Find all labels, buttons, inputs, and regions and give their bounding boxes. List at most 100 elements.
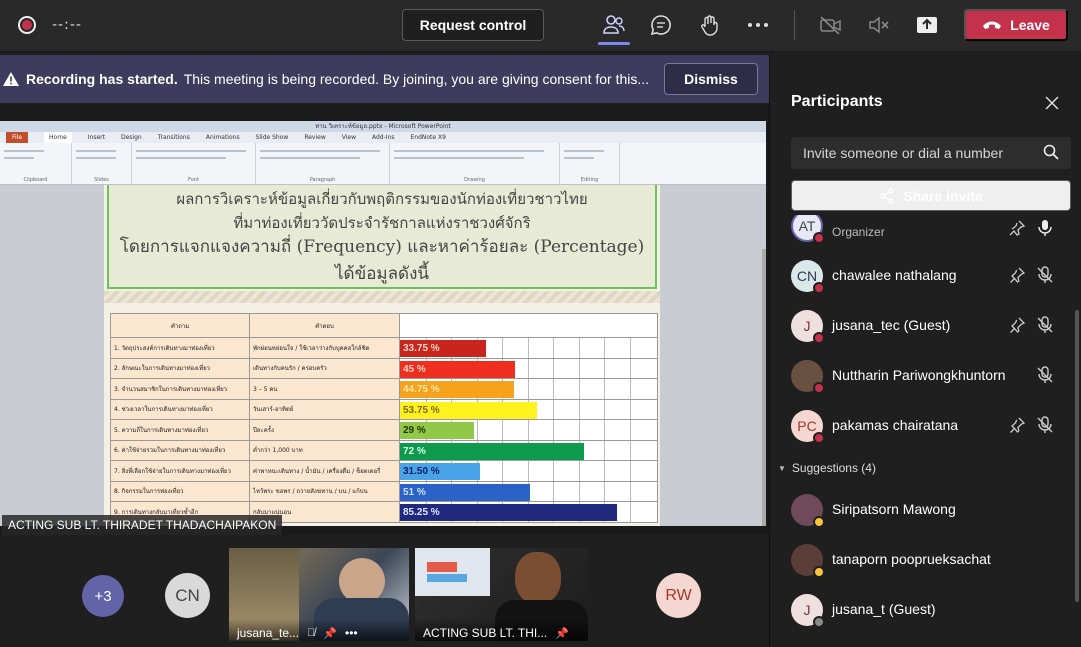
banner-message: Recording has started. This meeting is be…: [26, 71, 654, 87]
chat-icon[interactable]: [648, 12, 674, 38]
answer-cell: วันเสาร์-อาทิตย์: [249, 398, 400, 420]
video-tile-acting[interactable]: ACTING SUB LT. THI... 📌: [415, 548, 588, 641]
dismiss-button[interactable]: Dismiss: [664, 63, 758, 95]
slide-title-line1: ผลการวิเคราะห์ข้อมูลเกี่ยวกับพฤติกรรมของ…: [176, 190, 588, 208]
pin-icon: 📌: [555, 627, 569, 640]
search-icon[interactable]: [1043, 144, 1061, 162]
suggestions-header[interactable]: ▼ Suggestions (4): [778, 461, 876, 475]
question-cell: 1. วัตถุประสงค์การเดินทางมาท่องเที่ยว: [110, 337, 250, 359]
share-invite-button[interactable]: Share invite: [791, 180, 1071, 211]
panel-scrollbar[interactable]: [1075, 310, 1079, 602]
ppt-tab-slideshow: Slide Show: [255, 134, 289, 141]
participant-name: pakamas chairatana: [832, 417, 959, 433]
ppt-tab-addins: Add-Ins: [372, 134, 395, 141]
more-options-icon[interactable]: •••: [345, 626, 358, 640]
question-cell: 4. ช่วงเวลาในการเดินทางมาท่องเที่ยว: [110, 398, 250, 420]
ribbon-group-drawing: Drawing: [390, 143, 560, 184]
leave-button[interactable]: Leave: [964, 9, 1068, 41]
percentage-bar: 33.75 %: [400, 340, 487, 357]
hang-up-icon: [983, 21, 1002, 29]
recording-icon: [18, 16, 36, 34]
mic-off-icon[interactable]: [1036, 266, 1056, 286]
col-question-header: คำถาม: [110, 313, 250, 338]
status-badge: [813, 432, 825, 444]
participant-row[interactable]: Nuttharin Pariwongkhuntorn: [770, 351, 1072, 401]
more-participants-badge[interactable]: +3: [82, 575, 124, 617]
pin-icon[interactable]: [1008, 316, 1028, 336]
meeting-toolbar: --:-- Request control Leave: [0, 0, 1081, 52]
mic-off-icon[interactable]: [1036, 316, 1056, 336]
ppt-tab-transitions: Transitions: [157, 134, 190, 141]
participant-row[interactable]: CN chawalee nathalang: [770, 251, 1072, 301]
warning-icon: [2, 70, 20, 88]
suggestion-name: Siripatsorn Mawong: [832, 501, 956, 517]
percentage-bar: 31.50 %: [400, 463, 481, 480]
avatar-rw[interactable]: RW: [656, 573, 701, 618]
ppt-tab-review: Review: [304, 134, 326, 141]
invite-input[interactable]: [791, 137, 1041, 169]
ppt-tab-file: File: [6, 132, 29, 143]
more-actions-icon[interactable]: [745, 12, 771, 38]
ppt-scrollbar[interactable]: [762, 249, 766, 526]
table-row: 7. สิ่งที่เลือกใช้จ่ายในการเดินทางมาท่อง…: [110, 460, 658, 482]
close-icon[interactable]: [1044, 95, 1062, 113]
ppt-tab-home: Home: [44, 132, 72, 143]
recording-banner: Recording has started. This meeting is be…: [0, 55, 769, 103]
toolbar-divider: [794, 10, 795, 40]
status-badge: [813, 616, 825, 628]
raise-hand-icon[interactable]: [697, 12, 723, 38]
participant-row-organizer[interactable]: AT Organizer: [770, 215, 1072, 251]
bar-cell: 53.75 %: [399, 398, 658, 420]
percentage-bar: 51 %: [400, 483, 531, 501]
status-badge: [813, 332, 825, 344]
bar-cell: 33.75 %: [399, 337, 658, 359]
bar-cell: 85.25 %: [399, 501, 658, 523]
pin-icon[interactable]: [1008, 219, 1028, 239]
participants-icon[interactable]: [601, 12, 627, 38]
mic-off-icon[interactable]: [866, 12, 892, 38]
ribbon-group-paragraph: Paragraph: [256, 143, 390, 184]
suggestion-name: tanaporn pooprueksachat: [832, 551, 991, 567]
answer-cell: ปีละครั้ง: [249, 419, 400, 441]
suggestion-row[interactable]: Jjusana_t (Guest): [770, 585, 1072, 635]
question-cell: 8. กิจกรรมในการท่องเที่ยว: [110, 480, 250, 502]
question-cell: 6. ค่าใช้จ่ายรวมในการเดินทางมาท่องเที่ยว: [110, 439, 250, 461]
participant-name: jusana_tec (Guest): [832, 317, 951, 333]
status-badge: [813, 516, 825, 528]
slide: ผลการวิเคราะห์ข้อมูลเกี่ยวกับพฤติกรรมของ…: [104, 185, 660, 526]
percentage-bar: 85.25 %: [400, 504, 618, 521]
suggestion-row[interactable]: tanaporn pooprueksachat: [770, 535, 1072, 585]
mic-off-icon[interactable]: [1036, 366, 1056, 386]
video-gallery: +3 CN jusana_te... 🎙̸ 📌 ••• ACTING SUB L…: [0, 535, 769, 647]
share-invite-label: Share invite: [903, 187, 983, 204]
ppt-tab-insert: Insert: [87, 134, 105, 141]
pin-icon[interactable]: [1008, 416, 1028, 436]
participants-panel: Participants Share invite AT Organizer C…: [769, 55, 1081, 647]
participant-row[interactable]: PC pakamas chairatana: [770, 401, 1072, 451]
percentage-bar: 53.75 %: [400, 401, 538, 419]
presenter-name-tag: ACTING SUB LT. THIRADET THADACHAIPAKON: [2, 515, 283, 535]
camera-off-icon[interactable]: [818, 12, 844, 38]
request-control-button[interactable]: Request control: [402, 9, 544, 41]
video-tile-jusana[interactable]: jusana_te... 🎙̸ 📌 •••: [229, 548, 409, 641]
leave-label: Leave: [1010, 17, 1050, 33]
slide-title-line2: ที่มาท่องเที่ยววัดประจำรัชกาลแห่งราชวงศ์…: [233, 214, 531, 232]
answer-cell: 3 – 5 คน: [249, 378, 400, 400]
mic-off-icon[interactable]: [1036, 416, 1056, 436]
pin-icon[interactable]: [1008, 266, 1028, 286]
ppt-titlebar: ท่าน วิเคราะห์ข้อมูล.pptx - Microsoft Po…: [0, 121, 766, 132]
participant-row[interactable]: Jjusana_tec (Guest): [770, 301, 1072, 351]
mic-icon[interactable]: [1036, 219, 1056, 239]
tile-name-acting: ACTING SUB LT. THI...: [423, 626, 548, 640]
survey-table: คำถาม คำตอบ 1. วัตถุประสงค์การเดินทางมาท…: [110, 313, 658, 523]
question-cell: 3. จำนวนสมาชิกในการเดินทางมาท่องเที่ยว: [110, 378, 250, 400]
avatar-cn[interactable]: CN: [165, 573, 210, 618]
percentage-bar: 45 %: [400, 360, 515, 378]
share-tray-icon[interactable]: [914, 12, 940, 38]
status-badge: [813, 566, 825, 578]
suggestion-row[interactable]: Siripatsorn Mawong: [770, 485, 1072, 535]
participant-name: chawalee nathalang: [832, 267, 957, 283]
participant-list: AT Organizer CN chawalee nathalang Jjusana…: [770, 215, 1072, 647]
suggestions-label: Suggestions (4): [791, 461, 876, 475]
table-row: 6. ค่าใช้จ่ายรวมในการเดินทางมาท่องเที่ยว…: [110, 439, 658, 461]
